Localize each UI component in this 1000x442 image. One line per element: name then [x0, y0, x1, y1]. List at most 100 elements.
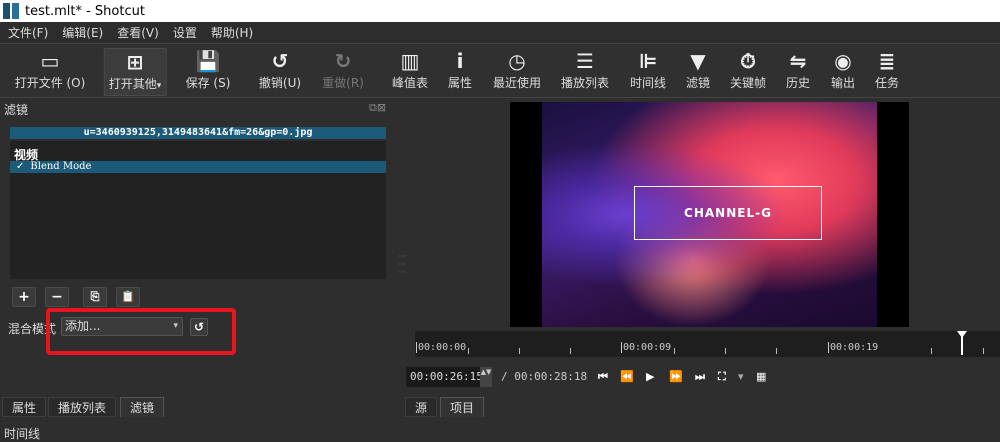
- menu-file[interactable]: 文件(F): [0, 24, 54, 41]
- toolbar-label: 输出: [830, 76, 856, 90]
- play-button[interactable]: ▶: [646, 367, 654, 387]
- toolbar-label: 峰值表: [391, 76, 429, 90]
- tab-filters[interactable]: 滤镜: [120, 397, 165, 417]
- toolbar-undo-button[interactable]: ↺ 撤销(U): [255, 48, 305, 96]
- undo-icon: ↺: [271, 49, 289, 73]
- tab-source[interactable]: 源: [405, 397, 438, 417]
- toolbar-redo-button[interactable]: ↻ 重做(R): [318, 48, 368, 96]
- ruler-label: 00:00:19: [828, 342, 879, 353]
- paste-filter-button[interactable]: 📋: [116, 287, 140, 307]
- history-icon: ⇋: [789, 49, 807, 73]
- toolbar-folder-button[interactable]: ▭ 打开文件 (O): [11, 48, 90, 96]
- toolbar-list-button[interactable]: ☰ 播放列表: [557, 48, 613, 96]
- filter-name: Blend Mode: [30, 161, 92, 172]
- tab-properties[interactable]: 属性: [2, 397, 47, 417]
- ruler-tick: [468, 348, 469, 354]
- menu-bar: 文件(F) 编辑(E) 查看(V) 设置 帮助(H): [0, 22, 1000, 44]
- app-icon: [3, 3, 19, 19]
- video-preview[interactable]: CHANNEL-G: [510, 102, 909, 327]
- info-icon: i: [456, 49, 464, 73]
- filter-item-blend-mode[interactable]: ✓ Blend Mode: [10, 161, 386, 173]
- ruler-tick: [570, 348, 571, 354]
- toolbar-label: 重做(R): [322, 76, 364, 90]
- toolbar-label: 属性: [447, 76, 473, 90]
- skip-to-start-button[interactable]: ⏮: [598, 367, 608, 387]
- playhead[interactable]: [957, 331, 967, 355]
- add-filter-button[interactable]: +: [12, 287, 36, 307]
- toolbar-label: 任务: [874, 76, 900, 90]
- ruler-tick: [519, 348, 520, 354]
- filter-icon: ▼: [690, 49, 706, 73]
- ruler-tick: [776, 348, 777, 354]
- redo-icon: ↻: [334, 49, 352, 73]
- toolbar-label: 播放列表: [560, 76, 610, 90]
- toolbar-stopwatch-button[interactable]: ⏱ 关键帧: [726, 48, 770, 96]
- toolbar-jobs-button[interactable]: ≣ 任务: [871, 48, 903, 96]
- highlight-annotation: [46, 308, 236, 355]
- open-other-icon: ⊞: [126, 50, 144, 74]
- toolbar-label: 历史: [785, 76, 811, 90]
- ruler-tick: [725, 348, 726, 354]
- toolbar-history-button[interactable]: ⇋ 历史: [782, 48, 814, 96]
- ruler-label: 00:00:00: [416, 342, 467, 353]
- list-icon: ☰: [576, 49, 594, 73]
- toolbar-open-other-button[interactable]: ⊞ 打开其他▾: [103, 48, 167, 96]
- timeline-panel-title: 时间线: [4, 427, 41, 441]
- disc-icon: ◉: [834, 49, 852, 73]
- timecode-input[interactable]: 00:00:26:15: [406, 367, 483, 387]
- chevron-down-icon[interactable]: ▾: [157, 81, 162, 91]
- toolbar-clock-button[interactable]: ◷ 最近使用: [489, 48, 545, 96]
- save-icon: 💾: [195, 49, 221, 73]
- toolbar-filter-button[interactable]: ▼ 滤镜: [682, 48, 714, 96]
- menu-settings[interactable]: 设置: [165, 24, 203, 41]
- toolbar: ▭ 打开文件 (O) ⊞ 打开其他▾ 💾 保存 (S) ↺ 撤销(U) ↻ 重做(R) ▥ 峰值表 i 属…: [0, 44, 1000, 98]
- toolbar-label: 时间线: [629, 76, 667, 90]
- checkmark-icon[interactable]: ✓: [10, 161, 30, 172]
- menu-edit[interactable]: 编辑(E): [54, 24, 109, 41]
- zoom-fit-button[interactable]: ⛶: [718, 367, 726, 387]
- toolbar-label: 最近使用: [492, 76, 542, 90]
- ruler-label: 00:00:09: [621, 342, 672, 353]
- timecode-spinner[interactable]: ▲▼: [480, 367, 492, 387]
- toolbar-label: 打开文件 (O): [14, 76, 86, 90]
- toolbar-save-button[interactable]: 💾 保存 (S): [182, 48, 235, 96]
- rewind-button[interactable]: ⏪: [620, 367, 634, 387]
- filter-target-filename: u=3460939125,3149483641&fm=26&gp=0.jpg: [10, 127, 386, 139]
- toolbar-peak-meter-button[interactable]: ▥ 峰值表: [388, 48, 432, 96]
- tab-project[interactable]: 项目: [440, 397, 485, 417]
- menu-help[interactable]: 帮助(H): [203, 24, 259, 41]
- toolbar-label: 打开其他: [108, 77, 157, 91]
- fast-forward-button[interactable]: ⏩: [669, 367, 683, 387]
- window-title: test.mlt* - Shotcut: [25, 3, 145, 19]
- grid-button[interactable]: ▦: [756, 367, 766, 387]
- toolbar-label: 保存 (S): [185, 76, 231, 90]
- stopwatch-icon: ⏱: [740, 49, 756, 73]
- duration-label: / 00:00:28:18: [501, 370, 588, 383]
- ruler-tick: [931, 348, 932, 354]
- menu-view[interactable]: 查看(V): [109, 24, 165, 41]
- toolbar-timeline-button[interactable]: ⊫ 时间线: [626, 48, 670, 96]
- peak-meter-icon: ▥: [400, 49, 420, 73]
- toolbar-info-button[interactable]: i 属性: [444, 48, 476, 96]
- title-bar: test.mlt* - Shotcut: [0, 0, 1000, 22]
- filters-panel-title: 滤镜: [4, 103, 29, 117]
- preview-frame: CHANNEL-G: [542, 102, 877, 327]
- panel-float-close-icons[interactable]: ⧉⊠: [369, 101, 386, 115]
- skip-to-end-button[interactable]: ⏭: [695, 367, 705, 387]
- toolbar-label: 关键帧: [729, 76, 767, 90]
- remove-filter-button[interactable]: −: [45, 287, 69, 307]
- copy-filter-button[interactable]: ⎘: [83, 287, 107, 307]
- clock-icon: ◷: [508, 49, 526, 73]
- timeline-icon: ⊫: [638, 49, 658, 73]
- zoom-dropdown-icon[interactable]: ▾: [738, 367, 744, 387]
- overlay-text: CHANNEL-G: [634, 186, 822, 240]
- folder-icon: ▭: [40, 49, 60, 73]
- toolbar-label: 滤镜: [685, 76, 711, 90]
- timeline-ruler[interactable]: 00:00:00 00:00:09 00:00:19: [415, 331, 1000, 357]
- tab-playlist[interactable]: 播放列表: [48, 397, 117, 417]
- ruler-tick: [674, 348, 675, 354]
- jobs-icon: ≣: [878, 49, 896, 73]
- toolbar-disc-button[interactable]: ◉ 输出: [827, 48, 859, 96]
- splitter-handle[interactable]: ⋮⋮⋮: [398, 252, 407, 276]
- toolbar-label: 撤销(U): [258, 76, 302, 90]
